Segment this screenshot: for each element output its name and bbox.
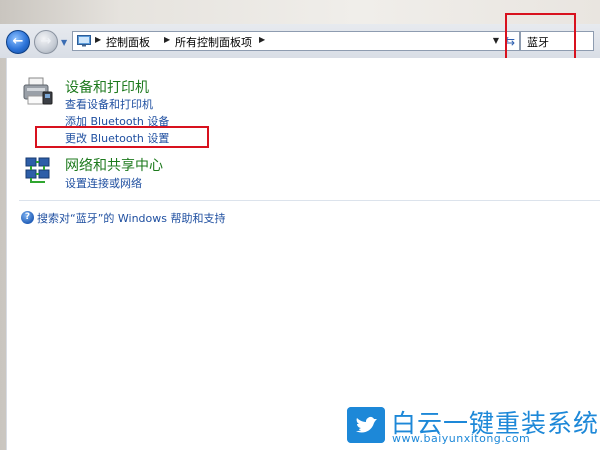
address-bar[interactable]: ▶ 控制面板 ▶ 所有控制面板项 ▶ ▼ ⇆ bbox=[72, 31, 520, 51]
bluetooth-settings-highlight-box bbox=[35, 126, 209, 148]
category-title-network-sharing[interactable]: 网络和共享中心 bbox=[65, 155, 163, 175]
twitter-bird-logo-icon bbox=[347, 407, 385, 443]
network-icon bbox=[25, 157, 50, 183]
back-arrow-icon: ← bbox=[12, 34, 24, 49]
breadcrumb-separator-icon[interactable]: ▶ bbox=[95, 35, 101, 44]
breadcrumb-separator-icon[interactable]: ▶ bbox=[259, 35, 265, 44]
setup-connection-link[interactable]: 设置连接或网络 bbox=[65, 175, 142, 191]
recent-pages-dropdown-icon[interactable]: ▼ bbox=[61, 38, 67, 47]
help-icon: ? bbox=[21, 211, 34, 224]
address-dropdown-icon[interactable]: ▼ bbox=[493, 36, 499, 45]
control-panel-icon bbox=[77, 35, 91, 47]
back-button[interactable]: ← bbox=[6, 30, 30, 54]
category-title-devices-printers[interactable]: 设备和打印机 bbox=[65, 77, 149, 97]
breadcrumb-all-items[interactable]: 所有控制面板项 bbox=[175, 34, 252, 50]
view-devices-link[interactable]: 查看设备和打印机 bbox=[65, 96, 153, 112]
breadcrumb-control-panel[interactable]: 控制面板 bbox=[106, 34, 150, 50]
printer-icon bbox=[23, 77, 53, 105]
results-pane: 设备和打印机 查看设备和打印机 添加 Bluetooth 设备 更改 Bluet… bbox=[6, 58, 600, 450]
results-divider bbox=[19, 200, 600, 201]
explorer-window: ← → ▼ ▶ 控制面板 ▶ 所有控制面板项 ▶ ▼ ⇆ 蓝牙 设备和打印机 查 bbox=[0, 0, 600, 450]
forward-button[interactable]: → bbox=[34, 30, 58, 54]
windows-help-search-link[interactable]: 搜索对“蓝牙”的 Windows 帮助和支持 bbox=[37, 210, 226, 226]
breadcrumb-separator-icon[interactable]: ▶ bbox=[164, 35, 170, 44]
watermark-url: www.baiyunxitong.com bbox=[392, 432, 531, 445]
forward-arrow-icon: → bbox=[40, 34, 52, 49]
